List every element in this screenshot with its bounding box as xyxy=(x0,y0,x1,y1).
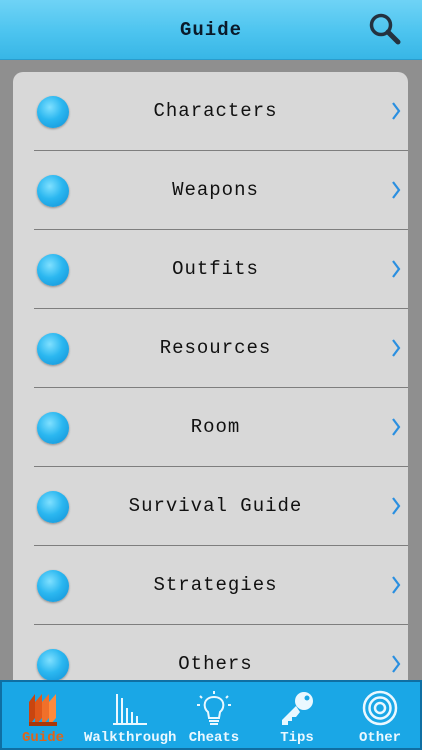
chevron-right-icon xyxy=(392,576,401,594)
list-item-others[interactable]: Others xyxy=(13,625,408,680)
chevron-right-icon xyxy=(392,339,401,357)
list-item-label: Outfits xyxy=(172,258,259,280)
lightbulb-icon xyxy=(197,691,231,725)
chevron-right-icon xyxy=(392,418,401,436)
tab-tips[interactable]: Tips xyxy=(254,682,340,748)
bullet-icon xyxy=(37,96,69,128)
list-item-survival-guide[interactable]: Survival Guide xyxy=(13,467,408,546)
bullet-icon xyxy=(37,649,69,680)
list-item-label: Strategies xyxy=(153,574,278,596)
search-icon xyxy=(369,13,401,45)
list-item-characters[interactable]: Characters xyxy=(13,72,408,151)
target-icon xyxy=(362,690,398,726)
tab-bar: Guide Walkthrough Cheats Tips Other xyxy=(0,680,422,750)
book-stack-icon xyxy=(29,694,57,726)
bullet-icon xyxy=(37,175,69,207)
list-item-room[interactable]: Room xyxy=(13,388,408,467)
list-item-strategies[interactable]: Strategies xyxy=(13,546,408,625)
tab-label: Cheats xyxy=(188,730,240,746)
bullet-icon xyxy=(37,254,69,286)
page-title: Guide xyxy=(179,19,242,41)
search-button[interactable] xyxy=(368,12,402,46)
chevron-right-icon xyxy=(392,102,401,120)
tab-label: Other xyxy=(358,730,401,746)
bullet-icon xyxy=(37,412,69,444)
bullet-icon xyxy=(37,491,69,523)
list-item-label: Survival Guide xyxy=(128,495,303,517)
guide-menu-list: Characters Weapons Outfits Resources Roo… xyxy=(13,72,408,680)
tab-label: Guide xyxy=(21,730,64,746)
list-item-label: Characters xyxy=(153,100,278,122)
list-item-outfits[interactable]: Outfits xyxy=(13,230,408,309)
tab-walkthrough[interactable]: Walkthrough xyxy=(84,682,177,748)
key-icon xyxy=(282,692,313,725)
list-item-label: Resources xyxy=(159,337,272,359)
list-item-label: Room xyxy=(190,416,241,438)
tab-cheats[interactable]: Cheats xyxy=(174,682,254,748)
list-item-label: Others xyxy=(178,653,253,675)
list-item-resources[interactable]: Resources xyxy=(13,309,408,388)
list-item-weapons[interactable]: Weapons xyxy=(13,151,408,230)
chevron-right-icon xyxy=(392,655,401,673)
bullet-icon xyxy=(37,333,69,365)
tab-guide[interactable]: Guide xyxy=(2,682,84,748)
tab-label: Tips xyxy=(280,730,314,746)
chevron-right-icon xyxy=(392,497,401,515)
tab-other[interactable]: Other xyxy=(340,682,420,748)
list-item-label: Weapons xyxy=(172,179,259,201)
tab-label: Walkthrough xyxy=(84,730,177,746)
bar-chart-icon xyxy=(113,694,147,725)
bullet-icon xyxy=(37,570,69,602)
chevron-right-icon xyxy=(392,181,401,199)
chevron-right-icon xyxy=(392,260,401,278)
nav-bar: Guide xyxy=(0,0,422,60)
